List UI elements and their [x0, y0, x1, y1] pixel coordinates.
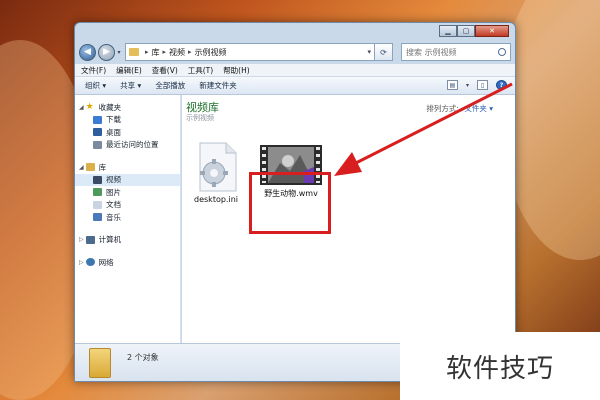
search-box[interactable]	[401, 43, 511, 61]
library-subtitle: 示例视频	[186, 114, 214, 122]
arrange-by: 排列方式: 文件夹 ▾	[426, 104, 493, 113]
file-list-pane: 视频库 示例视频 排列方式: 文件夹 ▾ desktop.ini 野生动物.wm…	[182, 95, 515, 343]
menu-help[interactable]: 帮助(H)	[223, 65, 250, 76]
sidebar-item-recent-places[interactable]: 最近访问的位置	[75, 139, 180, 152]
pictures-icon	[93, 188, 102, 197]
folder-icon	[129, 48, 139, 56]
breadcrumb-videos[interactable]: 视频	[169, 47, 185, 58]
back-button[interactable]: ◀	[79, 43, 96, 61]
folder-icon	[89, 348, 111, 378]
music-icon	[93, 213, 102, 222]
recent-places-icon	[93, 140, 102, 149]
help-icon[interactable]: ?	[496, 80, 507, 90]
file-item-desktop-ini[interactable]: desktop.ini	[188, 141, 244, 204]
breadcrumb-sample-videos[interactable]: 示例视频	[195, 47, 227, 58]
history-dropdown-icon[interactable]: ▾	[115, 49, 123, 56]
breadcrumb-library[interactable]: 库	[152, 47, 160, 58]
search-input[interactable]	[406, 47, 498, 57]
sidebar-computer[interactable]: ▷ 计算机	[75, 234, 180, 247]
sidebar-item-documents[interactable]: 文档	[75, 199, 180, 212]
settings-file-icon	[199, 142, 237, 192]
title-bar: ▁ ▢ ✕	[75, 23, 515, 39]
arrange-by-dropdown[interactable]: 文件夹 ▾	[464, 104, 493, 113]
menu-view[interactable]: 查看(V)	[152, 65, 178, 76]
menu-bar: 文件(F) 编辑(E) 查看(V) 工具(T) 帮助(H)	[75, 64, 515, 77]
sidebar-item-music[interactable]: 音乐	[75, 211, 180, 224]
documents-icon	[93, 200, 102, 209]
menu-file[interactable]: 文件(F)	[81, 65, 106, 76]
desktop-icon	[93, 128, 102, 137]
sidebar-item-pictures[interactable]: 图片	[75, 186, 180, 199]
navigation-pane: ◢ ★ 收藏夹 下载 桌面 最近访问的位置 ◢ 库 视频 图片 文档 音乐 ▷ …	[75, 95, 181, 343]
view-options-icon[interactable]: ▤	[446, 80, 458, 90]
new-folder-button[interactable]: 新建文件夹	[199, 80, 237, 91]
star-icon: ★	[85, 102, 94, 113]
refresh-button[interactable]: ⟳	[375, 43, 393, 61]
library-icon	[85, 163, 95, 172]
sidebar-network[interactable]: ▷ 网络	[75, 256, 180, 269]
share-button[interactable]: 共享 ▾	[120, 80, 141, 91]
item-count: 2 个对象	[127, 353, 159, 362]
search-icon[interactable]	[498, 48, 506, 56]
sidebar-libraries[interactable]: ◢ 库	[75, 161, 180, 174]
address-bar[interactable]: ▸ 库 ▸ 视频 ▸ 示例视频 ▾	[125, 43, 375, 61]
computer-icon	[85, 235, 95, 244]
highlight-box	[249, 172, 331, 234]
explorer-window: ▁ ▢ ✕ ◀ ▶ ▾ ▸ 库 ▸ 视频 ▸ 示例视频 ▾ ⟳ 文件(F) 编辑…	[74, 22, 516, 382]
minimize-button[interactable]: ▁	[439, 25, 457, 37]
preview-pane-icon[interactable]: ▯	[477, 80, 488, 90]
play-all-button[interactable]: 全部播放	[155, 80, 185, 91]
sidebar-item-downloads[interactable]: 下载	[75, 114, 180, 127]
video-library-icon	[93, 175, 102, 184]
organize-button[interactable]: 组织 ▾	[85, 80, 106, 91]
address-dropdown-icon[interactable]: ▾	[367, 48, 371, 56]
menu-tools[interactable]: 工具(T)	[188, 65, 213, 76]
maximize-button[interactable]: ▢	[457, 25, 475, 37]
close-button[interactable]: ✕	[475, 25, 509, 37]
watermark: 软件技巧	[400, 332, 600, 400]
download-icon	[93, 115, 102, 124]
network-icon	[85, 258, 95, 267]
navigation-bar: ◀ ▶ ▾ ▸ 库 ▸ 视频 ▸ 示例视频 ▾ ⟳	[79, 41, 511, 63]
command-bar: 组织 ▾ 共享 ▾ 全部播放 新建文件夹 ▤ ▾ ▯ ?	[75, 77, 515, 95]
file-name: desktop.ini	[194, 195, 238, 204]
view-dropdown-icon[interactable]: ▾	[466, 82, 469, 89]
menu-edit[interactable]: 编辑(E)	[116, 65, 142, 76]
sidebar-favorites[interactable]: ◢ ★ 收藏夹	[75, 101, 180, 114]
sidebar-item-videos[interactable]: 视频	[75, 173, 180, 186]
forward-button[interactable]: ▶	[98, 43, 115, 61]
sidebar-item-desktop[interactable]: 桌面	[75, 126, 180, 139]
